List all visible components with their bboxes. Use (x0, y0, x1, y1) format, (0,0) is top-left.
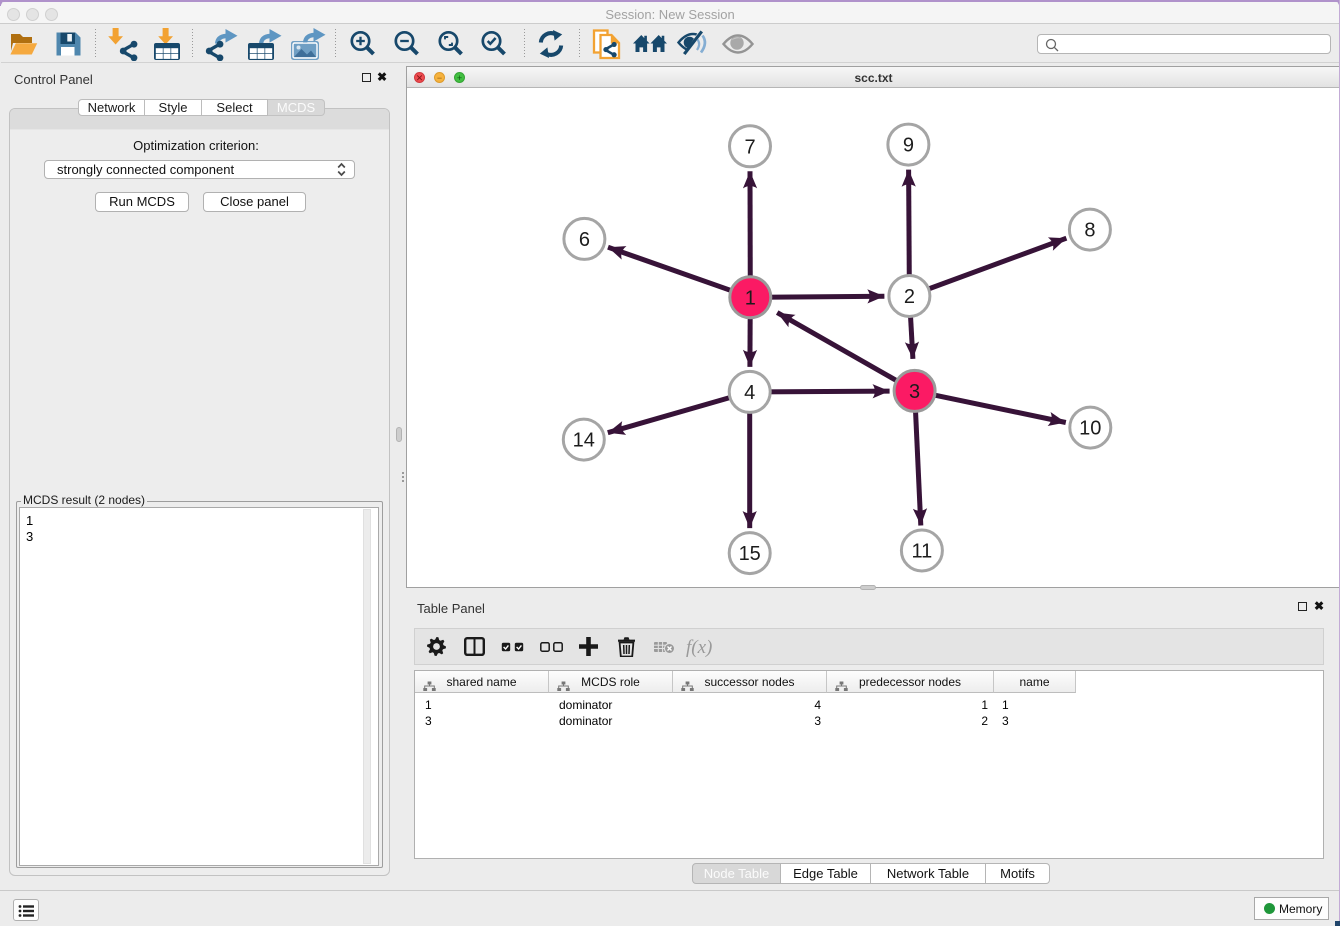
svg-text:11: 11 (912, 541, 933, 563)
svg-text:15: 15 (739, 543, 761, 565)
svg-text:1: 1 (745, 287, 756, 309)
svg-text:3: 3 (909, 381, 920, 403)
svg-text:2: 2 (904, 286, 915, 308)
svg-text:4: 4 (744, 382, 755, 404)
svg-text:7: 7 (744, 136, 755, 158)
svg-text:10: 10 (1079, 418, 1101, 440)
svg-text:9: 9 (903, 135, 914, 157)
svg-text:14: 14 (573, 430, 595, 452)
svg-text:f(x): f(x) (686, 637, 712, 658)
svg-text:6: 6 (579, 229, 590, 251)
svg-text:8: 8 (1084, 220, 1095, 242)
